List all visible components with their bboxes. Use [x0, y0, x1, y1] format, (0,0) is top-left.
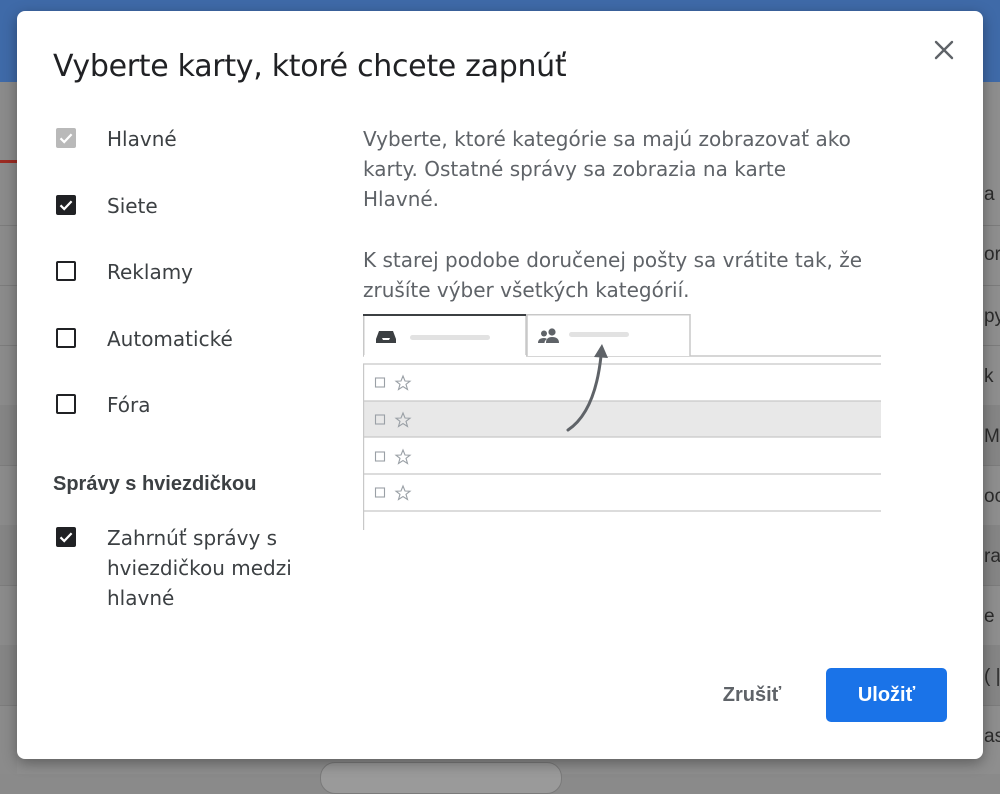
category-item-fora[interactable]: Fóra: [55, 390, 335, 457]
star-icon: [394, 484, 412, 501]
configure-inbox-dialog: Vyberte karty, ktoré chcete zapnúť Hlavn…: [17, 11, 983, 759]
close-icon: [934, 40, 954, 60]
starred-option[interactable]: Zahrnúť správy s hviezdičkou medzi hlavn…: [55, 523, 335, 613]
starred-section-heading: Správy s hviezdičkou: [53, 473, 257, 495]
background-bottom-control: [320, 762, 562, 794]
description-paragraph: Vyberte, ktoré kategórie sa majú zobrazo…: [363, 127, 851, 211]
background-snippet: ra: [984, 546, 1000, 567]
save-button[interactable]: Uložiť: [826, 668, 947, 722]
background-snippet: e y: [984, 606, 1000, 627]
checkmark-icon: [59, 532, 73, 543]
checkbox-fora[interactable]: [56, 394, 76, 414]
checkbox-hlavne: [56, 128, 76, 148]
tabs-illustration: [363, 314, 881, 530]
description-paragraph: K starej podobe doručenej pošty sa vráti…: [363, 248, 863, 302]
category-list: Hlavné Siete Reklamy Automatické Fóra: [55, 124, 335, 457]
background-snippet: ( |: [984, 666, 1000, 687]
cancel-button[interactable]: Zrušiť: [707, 669, 797, 721]
category-item-automaticke[interactable]: Automatické: [55, 324, 335, 391]
background-snippet: ast: [984, 726, 1000, 747]
background-snippet: ork: [984, 244, 1000, 265]
dialog-description: Vyberte, ktoré kategórie sa majú zobrazo…: [363, 124, 863, 336]
category-label[interactable]: Fóra: [107, 393, 151, 417]
background-snippet: k: [984, 366, 994, 387]
tab-placeholder-bar: [569, 332, 629, 337]
checkbox-reklamy[interactable]: [56, 261, 76, 281]
background-snippet: a: [984, 184, 995, 205]
background-snippet: oc: [984, 486, 1000, 507]
checkbox-siete[interactable]: [56, 194, 76, 215]
checkbox-include-starred[interactable]: [56, 527, 76, 547]
row-icons: [374, 374, 412, 501]
close-button[interactable]: [927, 33, 961, 67]
category-label: Hlavné: [107, 127, 177, 151]
category-item-reklamy[interactable]: Reklamy: [55, 257, 335, 324]
checkbox-icon: [374, 451, 386, 462]
background-snippet: py: [984, 306, 1000, 327]
category-label[interactable]: Reklamy: [107, 260, 193, 284]
checkmark-icon: [59, 199, 73, 211]
star-icon: [394, 374, 412, 391]
category-item-hlavne: Hlavné: [55, 124, 335, 191]
category-label[interactable]: Automatické: [107, 327, 233, 351]
checkbox-automaticke[interactable]: [56, 327, 76, 348]
tab-placeholder-bar: [410, 335, 490, 340]
background-snippet: M: [984, 426, 1000, 447]
starred-option-label[interactable]: Zahrnúť správy s hviezdičkou medzi hlavn…: [107, 523, 337, 613]
checkbox-icon: [374, 377, 386, 388]
checkbox-icon: [374, 487, 386, 498]
dialog-title: Vyberte karty, ktoré chcete zapnúť: [53, 49, 567, 84]
star-icon: [394, 448, 412, 465]
category-item-siete[interactable]: Siete: [55, 191, 335, 258]
inbox-icon: [376, 331, 396, 343]
checkmark-icon: [59, 133, 73, 144]
category-label[interactable]: Siete: [107, 194, 158, 218]
background-active-indicator: [0, 160, 17, 163]
